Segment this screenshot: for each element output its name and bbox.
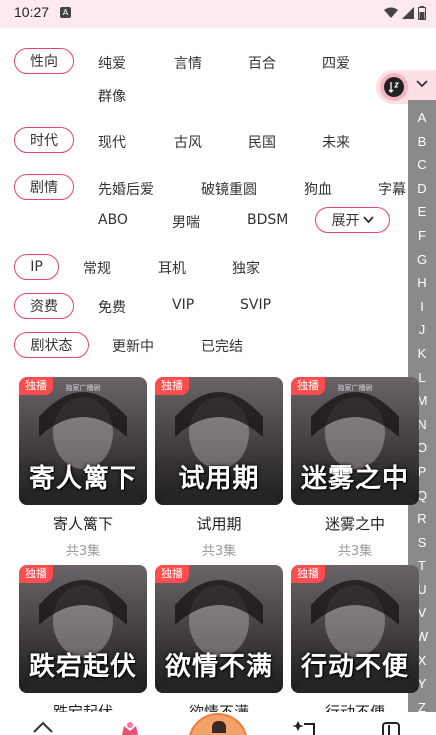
card-title[interactable]: 寄人篱下 <box>19 513 147 534</box>
expand-button[interactable]: 展开 <box>315 207 390 233</box>
episode-count: 共3集 <box>201 544 237 559</box>
filter-option[interactable]: 破镜重圆 <box>201 179 257 199</box>
filter-option[interactable]: 纯爱 <box>98 53 126 73</box>
alphabet-letter[interactable]: E <box>418 200 427 224</box>
cover-image[interactable]: 独播跌宕起伏 <box>19 565 147 693</box>
filter-option[interactable]: 未来 <box>322 132 350 152</box>
cover-image[interactable]: 独播欲情不满 <box>155 565 283 693</box>
filter-label-orientation[interactable]: 性向 <box>14 48 74 74</box>
sparkle-icon[interactable] <box>292 720 318 735</box>
alphabet-letter[interactable]: B <box>418 130 427 154</box>
filter-label-plot[interactable]: 剧情 <box>14 174 74 200</box>
alphabet-letter[interactable]: F <box>418 224 426 248</box>
avatar[interactable] <box>188 713 248 735</box>
flower-icon[interactable] <box>118 720 142 735</box>
chevron-down-icon <box>416 80 428 88</box>
sort-button[interactable] <box>376 70 436 104</box>
filter-option[interactable]: 先婚后爱 <box>98 179 154 199</box>
filter-label-ip[interactable]: IP <box>14 254 59 280</box>
cover-title: 寄人篱下 <box>28 464 137 494</box>
filter-option[interactable]: 百合 <box>248 53 276 73</box>
alphabet-letter[interactable]: G <box>417 248 427 272</box>
battery-icon <box>418 6 426 20</box>
signal-icon <box>402 7 414 19</box>
home-icon[interactable] <box>32 720 54 735</box>
filter-option[interactable]: 免费 <box>98 297 126 317</box>
filter-option[interactable]: 狗血 <box>304 179 332 199</box>
status-bar: 10:27 A <box>0 0 436 28</box>
filter-option[interactable]: 古风 <box>174 132 202 152</box>
cover-title: 跌宕起伏 <box>28 652 137 682</box>
drama-card[interactable]: 独播 独家广播剧 迷雾之中 迷雾之中 共3集 <box>291 377 419 559</box>
cover-caption: 独家广播剧 <box>65 384 101 392</box>
cover-title: 试用期 <box>178 464 260 494</box>
alphabet-letter[interactable]: I <box>420 295 424 319</box>
alphabet-letter[interactable]: J <box>419 318 426 342</box>
filter-option[interactable]: SVIP <box>240 297 271 313</box>
library-icon[interactable] <box>380 720 402 735</box>
filter-option[interactable]: 更新中 <box>112 336 154 356</box>
cover-image[interactable]: 独播 独家广播剧 迷雾之中 <box>291 377 419 505</box>
filter-option[interactable]: BDSM <box>247 212 288 228</box>
status-icons <box>384 6 426 20</box>
filter-option[interactable]: 已完结 <box>201 336 243 356</box>
episode-count: 共3集 <box>65 544 101 559</box>
filter-option[interactable]: 现代 <box>98 132 126 152</box>
drama-card[interactable]: 独播欲情不满欲情不满 <box>155 565 283 728</box>
sort-az-icon <box>380 73 408 101</box>
drama-card[interactable]: 独播 独家广播剧 寄人篱下 寄人篱下 共3集 <box>19 377 147 559</box>
drama-card[interactable]: 独播跌宕起伏跌宕起伏 <box>19 565 147 728</box>
exclusive-badge: 独播 <box>155 565 189 583</box>
filter-option[interactable]: 独家 <box>232 258 260 278</box>
drama-card[interactable]: 独播行动不便行动不便 <box>291 565 419 728</box>
filter-option[interactable]: 男喘 <box>172 212 200 232</box>
exclusive-badge: 独播 <box>291 565 325 583</box>
alphabet-letter[interactable]: K <box>418 342 427 366</box>
filter-option[interactable]: 言情 <box>174 53 202 73</box>
filter-option[interactable]: VIP <box>172 297 194 313</box>
cover-title: 欲情不满 <box>164 652 273 682</box>
cover-image[interactable]: 独播行动不便 <box>291 565 419 693</box>
status-time: 10:27 <box>14 4 50 20</box>
filter-option[interactable]: ABO <box>98 212 128 228</box>
bottom-nav <box>0 712 436 735</box>
alphabet-letter[interactable]: D <box>417 177 426 201</box>
cover-title: 行动不便 <box>300 652 409 682</box>
filter-option[interactable]: 耳机 <box>158 258 186 278</box>
filter-option[interactable]: 群像 <box>98 86 126 106</box>
alphabet-letter[interactable]: H <box>417 271 426 295</box>
filter-label-drama-status[interactable]: 剧状态 <box>14 332 89 358</box>
filter-option[interactable]: 字幕 <box>378 179 406 199</box>
filter-label-fee[interactable]: 资费 <box>14 293 74 319</box>
wifi-icon <box>384 7 398 18</box>
chevron-down-icon <box>362 216 374 224</box>
cover-image[interactable]: 独播 独家广播剧 寄人篱下 <box>19 377 147 505</box>
card-title[interactable]: 试用期 <box>155 513 283 534</box>
alphabet-letter[interactable]: C <box>417 153 426 177</box>
alphabet-letter[interactable]: A <box>418 106 427 130</box>
cover-title: 迷雾之中 <box>300 464 409 494</box>
episode-count: 共3集 <box>337 544 373 559</box>
filter-option[interactable]: 常规 <box>83 258 111 278</box>
cover-caption: 独家广播剧 <box>337 384 373 392</box>
filter-option[interactable]: 民国 <box>248 132 276 152</box>
exclusive-badge: 独播 <box>19 565 53 583</box>
alphabet-letter[interactable]: T <box>418 554 426 578</box>
filter-label-era[interactable]: 时代 <box>14 127 74 153</box>
cover-image[interactable]: 独播试用期 <box>155 377 283 505</box>
card-title[interactable]: 迷雾之中 <box>291 513 419 534</box>
exclusive-badge: 独播 <box>155 377 189 395</box>
drama-card[interactable]: 独播 试用期 试用期 共3集 <box>155 377 283 559</box>
expand-label: 展开 <box>331 213 360 229</box>
alphabet-letter[interactable]: L <box>418 366 425 390</box>
filter-option[interactable]: 四爱 <box>322 53 350 73</box>
notification-icon: A <box>60 7 71 18</box>
